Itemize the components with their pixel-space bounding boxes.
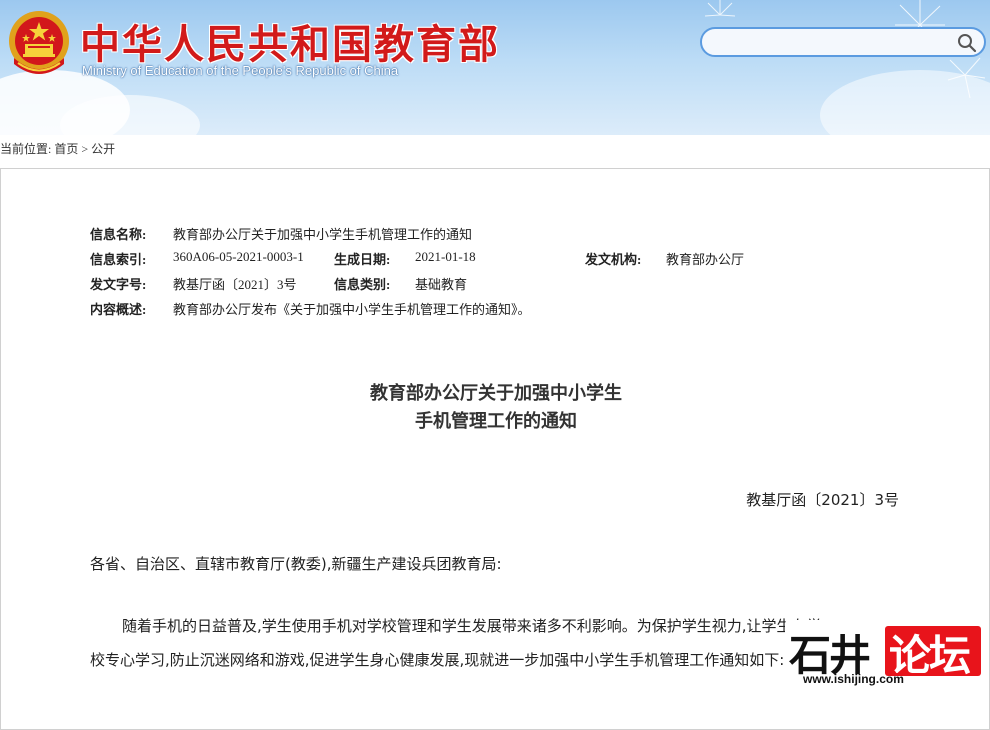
document-title-line-1: 教育部办公厅关于加强中小学生 [370,383,622,404]
dandelion-decoration [895,0,986,99]
document-paragraph-line-2: 校专心学习,防止沉迷网络和游戏,促进学生身心健康发展,现就进一步加强中小学生手机… [90,651,785,669]
meta-doc-number-label: 发文字号: [90,277,147,292]
breadcrumb-separator: > [81,142,89,156]
meta-date-label: 生成日期: [334,252,391,267]
meta-category-label: 信息类别: [334,277,391,292]
meta-info-name-value: 教育部办公厅关于加强中小学生手机管理工作的通知 [173,227,473,242]
meta-date-value: 2021-01-18 [415,249,476,264]
document-number: 教基厅函〔2021〕3号 [746,491,899,509]
document-salutation: 各省、自治区、直辖市教育厅(教委),新疆生产建设兵团教育局: [90,555,502,573]
search-box [700,27,986,57]
watermark-url: www.ishijing.com [803,672,904,686]
meta-info-name-label: 信息名称: [90,227,147,242]
dandelion-decoration [704,0,736,17]
search-icon[interactable] [956,32,978,54]
site-title: 中华人民共和国教育部 [80,22,500,68]
meta-index-value: 360A06-05-2021-0003-1 [173,249,304,264]
meta-summary-value: 教育部办公厅发布《关于加强中小学生手机管理工作的通知》。 [173,302,531,317]
meta-issuer-label: 发文机构: [585,252,642,267]
meta-doc-number-value: 教基厅函〔2021〕3号 [173,277,297,292]
search-input[interactable] [712,32,956,54]
breadcrumb-current-link[interactable]: 公开 [91,142,115,156]
document-title-line-2: 手机管理工作的通知 [415,411,577,432]
breadcrumb: 当前位置: 首页 > 公开 [0,140,115,157]
breadcrumb-home-link[interactable]: 首页 [54,142,78,156]
national-emblem-icon [9,11,69,74]
meta-category-value: 基础教育 [415,277,468,292]
forum-watermark-logo: 石井 论坛 www.ishijing.com [785,620,985,688]
site-subtitle: Ministry of Education of the People's Re… [82,63,399,78]
document-paragraph-line-1: 随着手机的日益普及,学生使用手机对学校管理和学生发展带来诸多不利影响。为保护学生… [122,617,822,635]
meta-index-label: 信息索引: [90,252,147,267]
breadcrumb-prefix: 当前位置: [0,142,52,156]
site-header: 中华人民共和国教育部 Ministry of Education of the … [0,0,990,135]
meta-issuer-value: 教育部办公厅 [666,252,745,267]
meta-summary-label: 内容概述: [90,302,147,317]
